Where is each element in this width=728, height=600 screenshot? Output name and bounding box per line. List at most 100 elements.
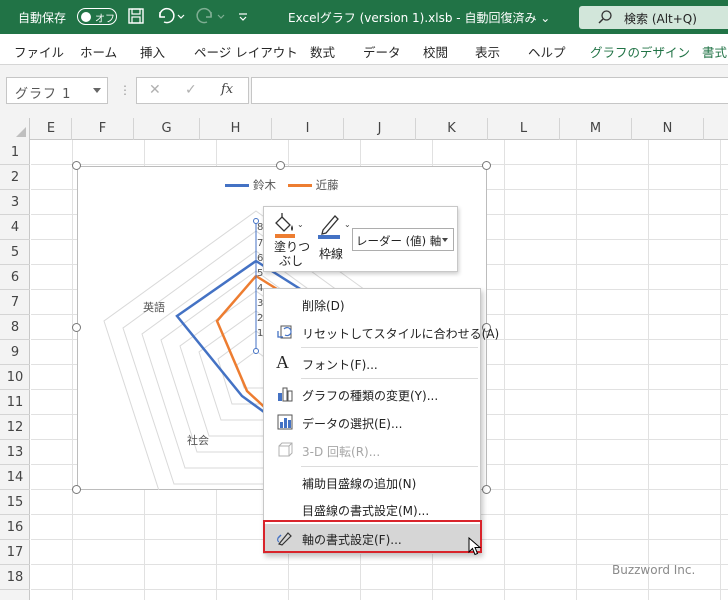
row-header[interactable]: 14	[0, 465, 30, 490]
row-header[interactable]: 1	[0, 140, 30, 165]
tab-view[interactable]: 表示	[475, 42, 500, 61]
resize-handle[interactable]	[276, 161, 285, 170]
search-box[interactable]: 検索 (Alt+Q)	[579, 6, 728, 29]
menu-item-format-gridlines[interactable]: 目盛線の書式設定(M)...	[265, 496, 481, 522]
column-header[interactable]: M	[560, 118, 632, 140]
highlight-box	[263, 520, 482, 553]
column-header[interactable]: E	[31, 118, 72, 140]
column-headers: E F G H I J K L M N	[0, 118, 728, 140]
menu-item-select-data[interactable]: データの選択(E)...	[265, 409, 481, 435]
formula-bar-area: グラフ 1 ⋮ ✕ ✓ fx	[0, 65, 728, 118]
watermark: Buzzword Inc.	[612, 563, 696, 577]
tab-page-layout[interactable]: ページ レイアウト	[194, 42, 298, 61]
outline-pen-icon[interactable]	[317, 212, 345, 240]
menu-item-label: 3-D 回転(R)...	[302, 445, 381, 459]
tab-insert[interactable]: 挿入	[140, 42, 165, 61]
tab-formulas[interactable]: 数式	[310, 42, 335, 61]
row-header[interactable]: 12	[0, 415, 30, 440]
menu-item-font[interactable]: A フォント(F)...	[265, 350, 481, 376]
row-header[interactable]: 18	[0, 565, 30, 590]
chevron-down-icon[interactable]	[93, 88, 101, 93]
row-header[interactable]: 5	[0, 240, 30, 265]
row-header[interactable]: 13	[0, 440, 30, 465]
row-header[interactable]: 7	[0, 290, 30, 315]
resize-handle[interactable]	[72, 485, 81, 494]
chart-type-icon	[276, 385, 294, 403]
row-header[interactable]: 8	[0, 315, 30, 340]
column-header[interactable]: F	[72, 118, 134, 140]
column-header[interactable]: L	[488, 118, 560, 140]
row-header[interactable]: 16	[0, 515, 30, 540]
tab-format[interactable]: 書式	[702, 42, 727, 61]
save-icon[interactable]	[126, 6, 148, 28]
menu-item-label: データの選択(E)...	[302, 417, 403, 431]
menu-item-reset-style[interactable]: リセットしてスタイルに合わせる(A)	[265, 319, 499, 345]
select-all-triangle	[16, 127, 26, 137]
row-header[interactable]: 4	[0, 215, 30, 240]
legend-swatch-kondo	[287, 184, 312, 187]
ribbon-tabs: ファイル ホーム 挿入 ページ レイアウト 数式 データ 校閲 表示 ヘルプ グ…	[0, 34, 728, 65]
autosave-toggle[interactable]: オフ	[77, 8, 117, 25]
select-all-corner[interactable]	[0, 118, 30, 140]
menu-item-label: 削除(D)	[302, 299, 345, 313]
row-header[interactable]: 9	[0, 340, 30, 365]
cancel-icon[interactable]: ✕	[149, 82, 161, 98]
column-header[interactable]: G	[134, 118, 200, 140]
reset-style-icon	[276, 323, 294, 341]
resize-handle[interactable]	[482, 485, 491, 494]
column-header[interactable]: H	[200, 118, 272, 140]
formula-bar-splitter[interactable]: ⋮	[119, 83, 131, 97]
search-placeholder: 検索 (Alt+Q)	[624, 12, 697, 26]
menu-separator	[301, 466, 478, 467]
column-header[interactable]: J	[344, 118, 416, 140]
mouse-cursor-icon	[468, 537, 482, 556]
fill-label-2: ぶし	[279, 254, 304, 268]
undo-dropdown-icon[interactable]	[176, 6, 186, 28]
menu-item-label: フォント(F)...	[302, 358, 378, 372]
customize-qat-icon[interactable]	[236, 6, 250, 28]
column-header[interactable]: K	[416, 118, 488, 140]
menu-item-change-chart-type[interactable]: グラフの種類の変更(Y)...	[265, 381, 481, 407]
enter-icon[interactable]: ✓	[185, 82, 197, 98]
menu-item-add-minor-gridlines[interactable]: 補助目盛線の追加(N)	[265, 469, 481, 495]
row-header[interactable]: 6	[0, 265, 30, 290]
menu-item-label: グラフの種類の変更(Y)...	[302, 389, 439, 403]
row-header[interactable]: 15	[0, 490, 30, 515]
formula-input[interactable]	[251, 77, 728, 104]
menu-item-label: 目盛線の書式設定(M)...	[302, 504, 430, 518]
row-header[interactable]: 11	[0, 390, 30, 415]
row-header[interactable]: 10	[0, 365, 30, 390]
column-header[interactable]: I	[272, 118, 344, 140]
redo-icon[interactable]	[194, 6, 216, 28]
tab-file[interactable]: ファイル	[14, 42, 64, 61]
menu-item-3d-rotation: 3-D 回転(R)...	[265, 437, 481, 463]
formula-buttons: ✕ ✓ fx	[136, 77, 249, 104]
document-title[interactable]: Excelグラフ (version 1).xlsb - 自動回復済み ⌄	[288, 9, 550, 26]
resize-handle[interactable]	[482, 161, 491, 170]
mini-toolbar: ⌄ 塗りつ ぶし ⌄ 枠線 レーダー (値) 軸	[263, 206, 458, 272]
name-box[interactable]: グラフ 1	[6, 77, 108, 104]
resize-handle[interactable]	[72, 323, 81, 332]
tab-review[interactable]: 校閲	[423, 42, 448, 61]
column-header[interactable]: N	[632, 118, 704, 140]
tab-help[interactable]: ヘルプ	[528, 42, 566, 61]
row-headers: 1 2 3 4 5 6 7 8 9 10 11 12 13 14 15 16 1…	[0, 140, 30, 600]
legend-label: 鈴木	[253, 178, 276, 192]
row-header[interactable]: 17	[0, 540, 30, 565]
redo-dropdown-icon[interactable]	[216, 6, 226, 28]
chart-element-select[interactable]: レーダー (値) 軸	[352, 228, 454, 251]
menu-item-delete[interactable]: 削除(D)	[265, 291, 481, 317]
category-label-social: 社会	[187, 434, 209, 447]
undo-icon[interactable]	[155, 6, 177, 28]
tab-chart-design[interactable]: グラフのデザイン	[590, 42, 690, 61]
chevron-down-icon	[442, 238, 448, 242]
row-header[interactable]: 3	[0, 190, 30, 215]
tab-data[interactable]: データ	[363, 42, 401, 61]
outline-dropdown-icon[interactable]: ⌄	[344, 220, 351, 229]
insert-function-icon[interactable]: fx	[221, 82, 233, 97]
fill-dropdown-icon[interactable]: ⌄	[297, 220, 304, 229]
tab-home[interactable]: ホーム	[80, 42, 117, 61]
chart-legend[interactable]: 鈴木 近藤	[225, 177, 339, 193]
row-header[interactable]: 2	[0, 165, 30, 190]
resize-handle[interactable]	[72, 161, 81, 170]
